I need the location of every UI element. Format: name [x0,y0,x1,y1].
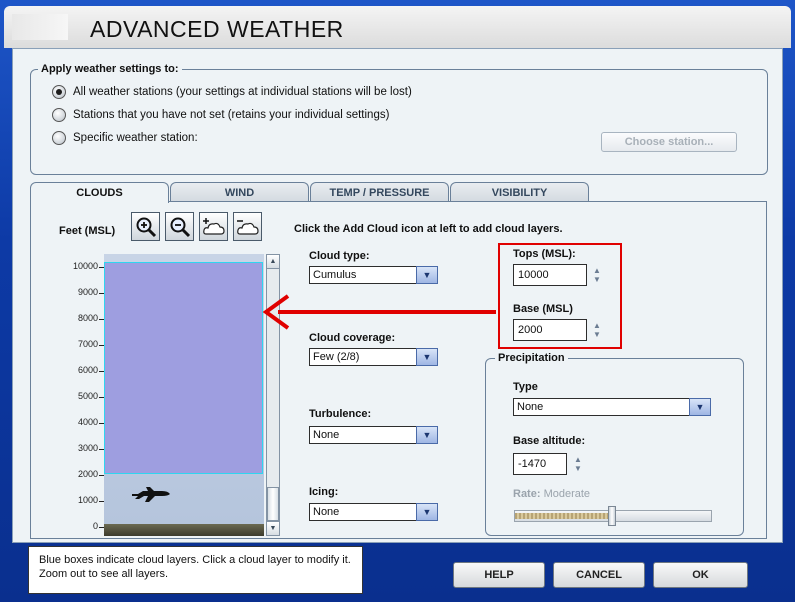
cloud-layer-box[interactable] [104,262,263,474]
chevron-down-icon[interactable]: ▼ [416,503,438,521]
chevron-down-icon[interactable]: ▼ [416,426,438,444]
radio-label: Specific weather station: [73,132,198,144]
help-button[interactable]: HELP [453,562,545,588]
spin-up-icon[interactable]: ▲ [593,266,601,275]
spin-up-icon[interactable]: ▲ [593,321,601,330]
rate-label: Rate: [513,488,541,500]
radio-button[interactable] [52,108,66,122]
spin-down-icon[interactable]: ▼ [574,464,582,473]
spin-down-icon[interactable]: ▼ [593,275,601,284]
radio-unset-stations[interactable]: Stations that you have not set (retains … [52,108,389,122]
turbulence-label: Turbulence: [309,408,372,420]
axis-tick-label: 2000 [77,469,98,479]
cancel-button[interactable]: CANCEL [553,562,645,588]
apply-settings-label: Apply weather settings to: [38,63,182,75]
title-bar: ADVANCED WEATHER [4,6,791,48]
radio-label: Stations that you have not set (retains … [73,109,390,121]
ground-strip [104,524,264,536]
tops-spinner[interactable]: ▲ ▼ [589,265,605,285]
tab-wind[interactable]: WIND [170,182,309,202]
dialog-window: ADVANCED WEATHER Apply weather settings … [0,0,795,602]
instruction-text: Click the Add Cloud icon at left to add … [294,223,563,235]
precipitation-label: Precipitation [495,352,568,364]
base-label: Base (MSL) [513,303,573,315]
cloud-type-select[interactable]: Cumulus ▼ [309,266,438,284]
radio-button[interactable] [52,85,66,99]
scroll-up-arrow-icon[interactable]: ▲ [267,255,279,269]
precip-type-value: None [517,401,544,413]
rate-row: Rate: Moderate [513,488,590,500]
axis-tick-label: 10000 [72,261,98,271]
axis-tick-label: 8000 [77,313,98,323]
remove-cloud-icon[interactable] [233,212,262,241]
spin-up-icon[interactable]: ▲ [574,455,582,464]
turbulence-value: None [313,429,340,441]
axis-tick-label: 3000 [77,443,98,453]
spin-down-icon[interactable]: ▼ [593,330,601,339]
axis-tick-label: 1000 [77,495,98,505]
add-cloud-icon[interactable] [199,212,228,241]
tab-clouds[interactable]: CLOUDS [30,182,169,203]
radio-label: All weather stations (your settings at i… [73,86,412,98]
red-annotation-arrow [262,294,496,330]
base-spinner[interactable]: ▲ ▼ [589,320,605,340]
radio-all-stations[interactable]: All weather stations (your settings at i… [52,85,412,99]
cloud-type-label: Cloud type: [309,250,370,262]
precip-type-select[interactable]: None ▼ [513,398,711,416]
turbulence-select[interactable]: None ▼ [309,426,438,444]
radio-button[interactable] [52,131,66,145]
scroll-thumb[interactable] [267,487,279,521]
info-text-box: Blue boxes indicate cloud layers. Click … [28,546,363,594]
title-accent [12,14,68,40]
altitude-axis: 10000 9000 8000 7000 6000 5000 4000 3000 2000 100… [60,254,104,536]
axis-tick-label: 5000 [77,391,98,401]
scroll-down-arrow-icon[interactable]: ▼ [267,521,279,535]
choose-station-button[interactable]: Choose station... [601,132,737,152]
base-altitude-label: Base altitude: [513,435,586,447]
rate-slider-fill [515,513,609,519]
precip-type-label: Type [513,381,538,393]
rate-slider-track[interactable] [514,506,712,526]
zoom-in-icon[interactable] [131,212,160,241]
tops-label: Tops (MSL): [513,248,576,260]
axis-tick-label: 7000 [77,339,98,349]
base-input[interactable]: 2000 [513,319,587,341]
tab-temp-pressure[interactable]: TEMP / PRESSURE [310,182,449,202]
rate-slider-thumb[interactable] [608,506,616,526]
airplane-icon [130,486,172,507]
chevron-down-icon[interactable]: ▼ [416,348,438,366]
icing-select[interactable]: None ▼ [309,503,438,521]
chevron-down-icon[interactable]: ▼ [689,398,711,416]
base-altitude-spinner[interactable]: ▲ ▼ [570,454,586,474]
cloud-coverage-label: Cloud coverage: [309,332,396,344]
axis-tick-label: 4000 [77,417,98,427]
axis-tick-label: 9000 [77,287,98,297]
chevron-down-icon[interactable]: ▼ [416,266,438,284]
tops-input[interactable]: 10000 [513,264,587,286]
icing-label: Icing: [309,486,339,498]
ok-button[interactable]: OK [653,562,748,588]
feet-msl-label: Feet (MSL) [59,225,116,237]
axis-tick-label: 6000 [77,365,98,375]
tab-visibility[interactable]: VISIBILITY [450,182,589,202]
cloud-type-value: Cumulus [313,269,357,281]
icing-value: None [313,506,340,518]
cloud-coverage-value: Few (2/8) [313,351,360,363]
window-title: ADVANCED WEATHER [90,16,344,42]
rate-value: Moderate [543,488,591,500]
radio-specific-station[interactable]: Specific weather station: [52,131,198,145]
zoom-out-icon[interactable] [165,212,194,241]
axis-tick-label: 0 [92,521,98,531]
cloud-coverage-select[interactable]: Few (2/8) ▼ [309,348,438,366]
base-altitude-input[interactable]: -1470 [513,453,567,475]
